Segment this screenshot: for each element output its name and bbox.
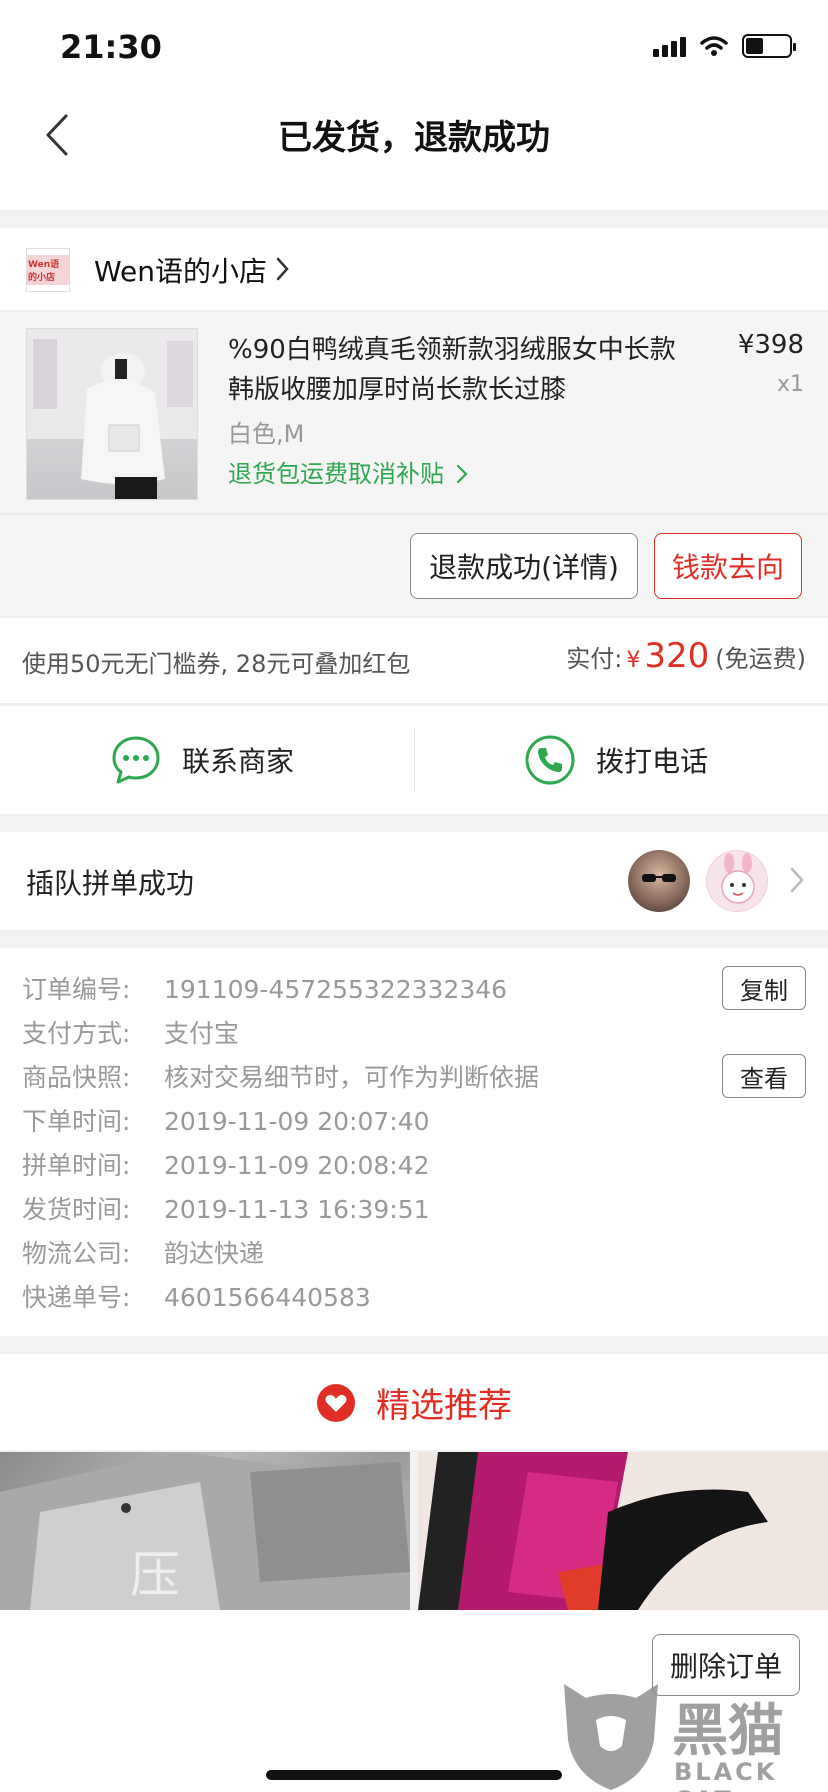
chevron-right-icon (456, 464, 468, 484)
order-info: 订单编号: 191109-457255322332346 复制 支付方式: 支付宝 … (0, 948, 828, 1336)
contact-row: 联系商家 拨打电话 (0, 706, 828, 814)
money-flow-button[interactable]: 钱款去向 (654, 533, 802, 599)
coupon-text: 使用50元无门槛券, 28元可叠加红包 (22, 650, 411, 678)
page-title: 已发货，退款成功 (278, 118, 550, 158)
info-row-payment-method: 支付方式: 支付宝 (22, 1019, 240, 1048)
info-row-ship-time: 发货时间: 2019-11-13 16:39:51 (22, 1195, 430, 1224)
svg-text:压: 压 (130, 1546, 180, 1604)
divider (414, 728, 415, 792)
paid-total: 实付: ¥ 320 (免运费) (566, 636, 806, 676)
call-phone-label: 拨打电话 (596, 745, 709, 778)
recommend-product-image[interactable]: 压 (0, 1452, 410, 1610)
status-bar: 21:30 (0, 0, 828, 90)
watermark-subtext: BLACK CAT (674, 1758, 778, 1792)
product-image[interactable] (26, 328, 198, 500)
cat-logo-icon (564, 1684, 658, 1790)
contact-merchant-label: 联系商家 (182, 745, 295, 778)
shop-logo: Wen语的小店 (26, 248, 70, 292)
product-card[interactable]: %90白鸭绒真毛领新款羽绒服女中长款韩版收腰加厚时尚长款长过膝 ¥398 x1 … (0, 312, 828, 512)
product-price: ¥398 (737, 330, 804, 360)
recommend-header: 精选推荐 (0, 1354, 828, 1450)
info-row-group-time: 拼单时间: 2019-11-09 20:08:42 (22, 1151, 430, 1180)
info-row-order-time: 下单时间: 2019-11-09 20:07:40 (22, 1107, 430, 1136)
order-actions: 退款成功(详情) 钱款去向 (0, 514, 828, 616)
avatar (628, 850, 690, 912)
chevron-right-icon (790, 867, 804, 893)
product-quantity: x1 (776, 372, 804, 397)
battery-icon (742, 34, 796, 58)
product-title: %90白鸭绒真毛领新款羽绒服女中长款韩版收腰加厚时尚长款长过膝 (228, 335, 676, 405)
status-time: 21:30 (60, 28, 162, 66)
avatar (706, 850, 768, 912)
cellular-signal-icon (653, 35, 686, 57)
contact-merchant-button[interactable]: 联系商家 (110, 706, 294, 814)
info-row-tracking-number: 快递单号: 4601566440583 (22, 1283, 371, 1312)
group-buy-row[interactable]: 插队拼单成功 (0, 832, 828, 930)
nav-bar: 已发货，退款成功 (0, 90, 828, 210)
recommend-product-image[interactable] (418, 1452, 828, 1610)
shop-name: Wen语的小店 (94, 255, 268, 288)
paid-currency: ¥ (626, 648, 641, 673)
phone-icon (525, 735, 575, 785)
call-phone-button[interactable]: 拨打电话 (524, 706, 708, 814)
status-icons (653, 34, 796, 58)
paid-label: 实付: (566, 645, 623, 673)
view-snapshot-button[interactable]: 查看 (722, 1054, 806, 1098)
shop-row[interactable]: Wen语的小店 Wen语的小店 (0, 228, 828, 310)
wifi-icon (700, 36, 728, 56)
shipping-subsidy-label: 退货包运费取消补贴 (228, 460, 444, 488)
chat-bubble-icon (112, 736, 160, 784)
paid-amount: 320 (644, 636, 710, 676)
chevron-right-icon (276, 257, 289, 281)
home-indicator[interactable] (266, 1770, 562, 1780)
info-row-order-number: 订单编号: 191109-457255322332346 (22, 975, 508, 1004)
info-row-snapshot: 商品快照: 核对交易细节时，可作为判断依据 (22, 1063, 540, 1092)
heart-icon (317, 1383, 355, 1422)
refund-detail-button[interactable]: 退款成功(详情) (410, 533, 638, 599)
info-row-courier: 物流公司: 韵达快递 (22, 1239, 265, 1268)
recommend-title: 精选推荐 (376, 1386, 512, 1426)
group-buy-status: 插队拼单成功 (26, 867, 195, 900)
shipping-note: (免运费) (715, 645, 806, 673)
watermark-logo: 黑猫 BLACK CAT (556, 1676, 828, 1792)
product-spec: 白色,M (228, 420, 305, 448)
payment-summary: 使用50元无门槛券, 28元可叠加红包 实付: ¥ 320 (免运费) (0, 618, 828, 704)
copy-order-number-button[interactable]: 复制 (722, 966, 806, 1010)
watermark-text: 黑猫 (672, 1699, 784, 1764)
shipping-subsidy-link[interactable]: 退货包运费取消补贴 (228, 454, 468, 489)
